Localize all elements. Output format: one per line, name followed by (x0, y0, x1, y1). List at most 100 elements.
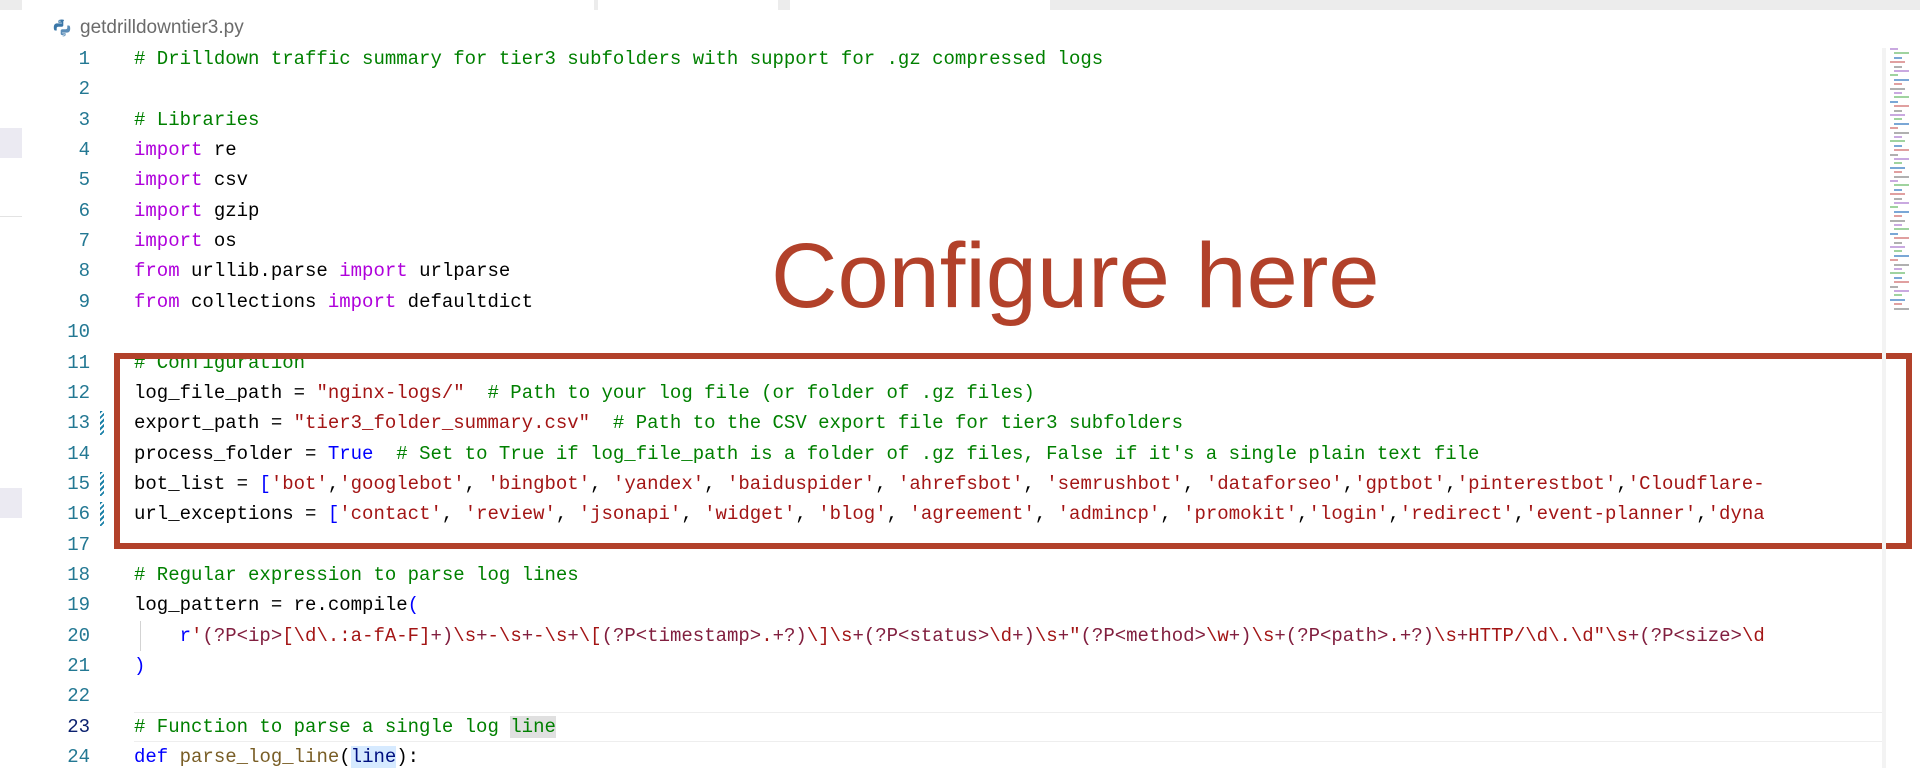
code-line[interactable]: 18 # Regular expression to parse log line… (22, 560, 1888, 590)
minimap-line (1894, 254, 1909, 257)
code-token: +(?P<path> (1274, 624, 1389, 647)
minimap-line (1894, 215, 1902, 218)
minimap-line (1890, 219, 1905, 222)
minimap-line (1894, 294, 1902, 297)
minimap-line (1894, 158, 1909, 160)
modified-line-marker (100, 471, 104, 496)
minimap-line (1894, 188, 1902, 191)
code-text: # Libraries (134, 105, 259, 135)
line-number: 16 (67, 503, 90, 526)
minimap-line (1894, 303, 1902, 306)
code-token: urllib.parse (179, 260, 340, 283)
code-token: (?P<ip> (202, 624, 283, 647)
minimap-line (1894, 92, 1902, 94)
code-token: from (134, 290, 180, 313)
minimap-line (1894, 78, 1909, 81)
code-token: \]\s (806, 624, 853, 647)
minimap-line (1894, 290, 1909, 292)
code-line[interactable]: 19 log_pattern = re.compile( (22, 590, 1888, 620)
code-token: . (761, 624, 773, 647)
tab-strip-segment (22, 0, 594, 10)
code-token: +?) (772, 624, 807, 647)
minimap-line (1890, 114, 1905, 116)
code-token: +) (430, 624, 454, 647)
minimap-line (1890, 285, 1898, 288)
minimap[interactable] (1888, 48, 1914, 318)
code-token: (?P<timestamp> (601, 624, 762, 647)
minimap-line (1890, 140, 1905, 143)
minimap-line (1890, 166, 1905, 169)
sidebar-edge (0, 10, 22, 768)
code-token: # Libraries (134, 108, 260, 131)
code-token: + (521, 624, 534, 647)
line-number: 6 (78, 199, 90, 222)
code-token: import (327, 290, 397, 313)
tab-strip-segment (598, 0, 778, 10)
minimap-line (1890, 87, 1905, 90)
line-number: 19 (67, 594, 90, 617)
minimap-line (1890, 246, 1905, 248)
line-number: 15 (67, 472, 90, 495)
minimap-line (1894, 83, 1902, 86)
code-token: -\s (533, 624, 568, 647)
code-token: line (510, 715, 556, 738)
tab-strip-segment (790, 0, 1050, 10)
line-number: 22 (67, 685, 90, 708)
line-number: 8 (78, 260, 90, 283)
code-line[interactable]: 2 (22, 74, 1888, 104)
code-token: + (476, 624, 488, 647)
code-line[interactable]: 4 import re (22, 135, 1888, 165)
code-token: (?P<method> (1080, 624, 1206, 647)
code-line[interactable]: 3 # Libraries (22, 105, 1888, 135)
minimap-line (1894, 224, 1902, 226)
code-token: defaultdict (396, 290, 534, 313)
breadcrumb[interactable]: getdrilldowntier3.py (52, 14, 244, 42)
minimap-line (1890, 259, 1898, 262)
code-text: import re (134, 135, 237, 165)
code-token: \s (1034, 624, 1058, 647)
code-token: urlparse (407, 260, 511, 283)
line-number: 4 (78, 139, 90, 162)
code-token: \s (1434, 624, 1457, 647)
line-number: 12 (67, 381, 90, 404)
code-token: r (179, 624, 192, 647)
code-line[interactable]: 6 import gzip (22, 196, 1888, 226)
code-text: r'(?P<ip>[\d\.:a-fA-F]+)\s+-\s+-\s+\[(?P… (134, 621, 1765, 651)
minimap-line (1894, 52, 1909, 55)
code-token: ): (396, 746, 420, 769)
minimap-line (1894, 263, 1909, 266)
minimap-line (1894, 171, 1902, 174)
code-line[interactable]: 22 (22, 681, 1888, 711)
line-number: 2 (78, 78, 90, 101)
minimap-line (1894, 250, 1902, 253)
code-line[interactable]: 5 import csv (22, 165, 1888, 195)
editor-tab-strip (0, 0, 1920, 10)
code-line[interactable]: 23 # Function to parse a single log line (22, 711, 1888, 742)
code-token: import (134, 169, 203, 192)
minimap-line (1890, 180, 1898, 182)
line-number: 7 (78, 230, 90, 253)
code-token: # Function to parse a single log (134, 715, 511, 738)
sidebar-divider (0, 216, 22, 217)
code-line[interactable]: 21) (22, 651, 1888, 681)
sidebar-highlight (0, 128, 22, 158)
minimap-line (1890, 74, 1898, 77)
minimap-line (1890, 48, 1898, 50)
minimap-line (1894, 237, 1909, 240)
code-token: . (1388, 624, 1400, 647)
minimap-line (1894, 241, 1902, 244)
code-line[interactable]: 1 # Drilldown traffic summary for tier3 s… (22, 44, 1888, 74)
minimap-line (1890, 100, 1898, 103)
code-line[interactable]: 20 r'(?P<ip>[\d\.:a-fA-F]+)\s+-\s+-\s+\[… (22, 620, 1888, 651)
minimap-line (1894, 268, 1902, 270)
line-number: 21 (67, 655, 90, 677)
scrollbar[interactable] (1882, 48, 1886, 768)
minimap-line (1894, 210, 1909, 213)
code-token: def (134, 746, 169, 769)
minimap-line (1894, 122, 1909, 125)
code-token: \d (1741, 624, 1765, 647)
code-token: from (134, 260, 180, 283)
code-text: log_pattern = re.compile( (134, 590, 419, 620)
code-token: \s (453, 624, 477, 647)
